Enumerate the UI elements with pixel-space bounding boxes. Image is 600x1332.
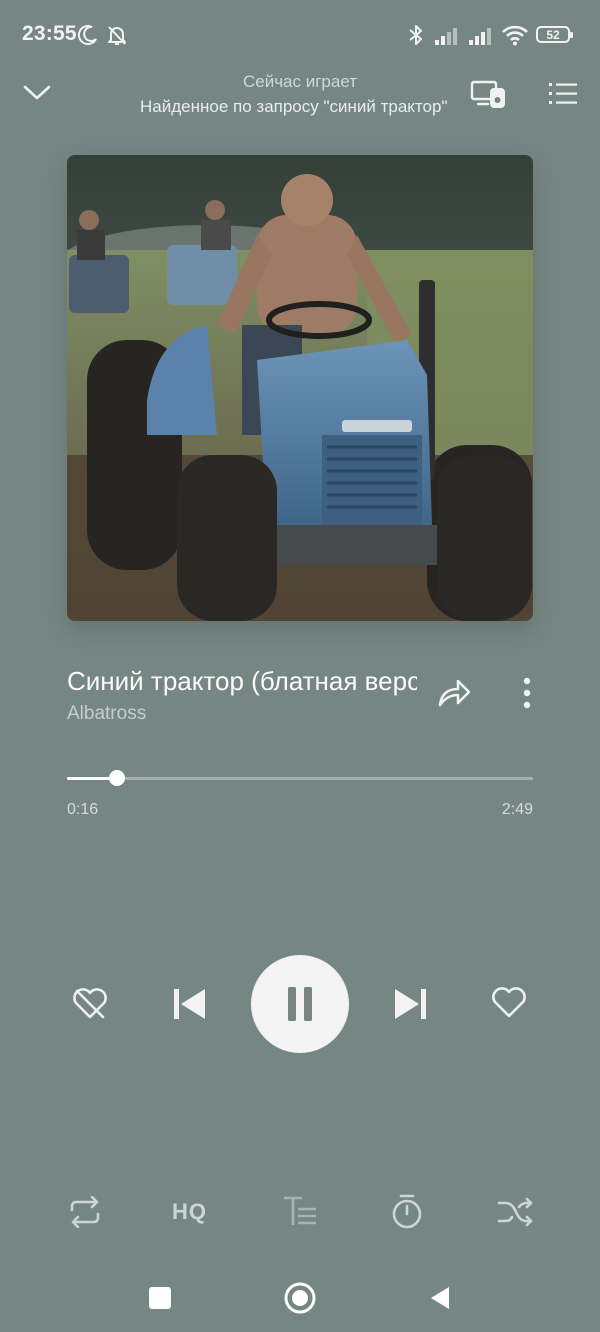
progress-thumb[interactable] bbox=[108, 770, 125, 786]
battery-level: 52 bbox=[546, 27, 560, 42]
share-icon[interactable] bbox=[436, 675, 472, 711]
status-time: 23:55 bbox=[22, 22, 77, 45]
total-time: 2:49 bbox=[501, 801, 533, 818]
cast-devices-icon[interactable] bbox=[470, 78, 508, 112]
recent-apps-button[interactable] bbox=[149, 1287, 171, 1309]
collapse-chevron-icon[interactable] bbox=[22, 80, 52, 104]
like-heart-icon[interactable] bbox=[490, 986, 528, 1020]
wifi-icon bbox=[502, 25, 528, 46]
track-title: Синий трактор (блатная версия) bbox=[67, 666, 417, 696]
home-button[interactable] bbox=[283, 1281, 317, 1315]
dislike-icon[interactable] bbox=[71, 986, 109, 1022]
pause-button[interactable] bbox=[251, 955, 349, 1053]
signal-icon bbox=[435, 28, 457, 45]
shuffle-icon[interactable] bbox=[497, 1196, 535, 1228]
artist-name[interactable]: Albatross bbox=[67, 703, 146, 725]
progress-bar[interactable] bbox=[67, 777, 533, 780]
lyrics-icon[interactable] bbox=[282, 1195, 318, 1229]
current-time: 0:16 bbox=[67, 801, 99, 818]
battery-icon: 52 bbox=[536, 26, 573, 43]
now-playing-label: Сейчас играет bbox=[242, 72, 358, 91]
bell-off-icon bbox=[108, 26, 126, 45]
playlist-source-title: Найденное по запросу "синий трактор" bbox=[140, 97, 448, 116]
next-track-icon[interactable] bbox=[393, 986, 429, 1022]
album-art bbox=[67, 155, 533, 621]
repeat-icon[interactable] bbox=[66, 1196, 104, 1228]
more-options-icon[interactable] bbox=[516, 675, 538, 711]
back-button[interactable] bbox=[428, 1285, 452, 1311]
status-bar: 23:55 52 bbox=[0, 0, 600, 70]
previous-track-icon[interactable] bbox=[171, 986, 207, 1022]
pause-icon bbox=[288, 987, 312, 1021]
hq-quality-toggle[interactable]: HQ bbox=[172, 1199, 207, 1225]
bluetooth-icon bbox=[409, 25, 422, 45]
signal-icon bbox=[469, 28, 491, 45]
moon-icon bbox=[77, 25, 97, 46]
sleep-timer-icon[interactable] bbox=[389, 1193, 425, 1231]
system-nav-bar bbox=[0, 1260, 600, 1332]
queue-list-icon[interactable] bbox=[548, 80, 578, 106]
